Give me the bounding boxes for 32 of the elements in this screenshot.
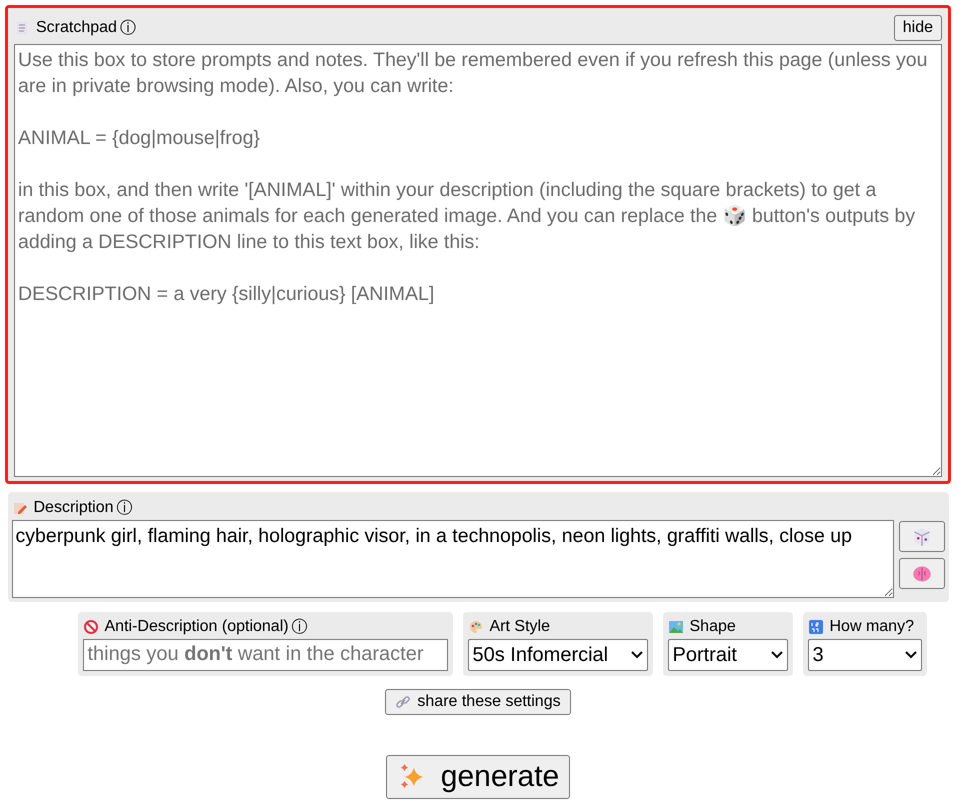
share-button[interactable]: share these settings [385, 689, 571, 715]
link-icon [395, 694, 412, 710]
chevron-down-icon [630, 651, 642, 659]
notepad-icon [14, 20, 30, 36]
dropdown[interactable]: Portrait [668, 639, 788, 671]
brain-icon [912, 564, 932, 584]
palette-icon [468, 619, 484, 635]
chevron-down-icon [770, 651, 782, 659]
hide-button[interactable]: hide [894, 15, 942, 41]
generate-button[interactable]: generate [386, 755, 570, 799]
landscape-icon [668, 619, 684, 635]
info-icon[interactable]: ⓘ [120, 18, 136, 38]
description-label: Description [34, 499, 114, 517]
option-label: Anti-Description (optional) [104, 618, 289, 636]
scratchpad-label: Scratchpad [36, 19, 117, 37]
info-icon[interactable]: ⓘ [292, 616, 308, 638]
scratchpad-textarea[interactable]: Use this box to store prompts and notes. They'll be remembered even if you refresh this page (unless you are in private browsing mode). Also, you can write: ANIMAL = {dog|mouse|frog} in this box, and then write '[ANIMAL]' within your description (including the square brackets) to get a random one of those animals for each generated image. And you can replace the 🎲 button's outputs by adding a DESCRIPTION line to this text box, like this: DESCRIPTION = a very {silly|curious} [ANIMAL] [14, 44, 942, 477]
prohibited-icon [82, 619, 98, 635]
anti-description-field[interactable]: things you don't want in the character [82, 639, 448, 671]
numbers-icon [808, 619, 824, 635]
dice-icon [912, 526, 932, 546]
brain-button[interactable] [898, 558, 944, 589]
dropdown[interactable]: 3 [808, 639, 922, 671]
dropdown[interactable]: 50s Infomercial [468, 639, 648, 671]
option-label: How many? [830, 618, 914, 636]
description-textarea[interactable]: cyberpunk girl, flaming hair, holographic visor, in a technopolis, neon lights, graffiti walls, close up [12, 520, 894, 598]
random-button[interactable] [898, 521, 944, 552]
option-label: Art Style [490, 618, 550, 636]
pencil-icon [12, 500, 28, 516]
option-label: Shape [690, 618, 736, 636]
info-icon[interactable]: ⓘ [116, 498, 133, 518]
chevron-down-icon [904, 651, 916, 659]
